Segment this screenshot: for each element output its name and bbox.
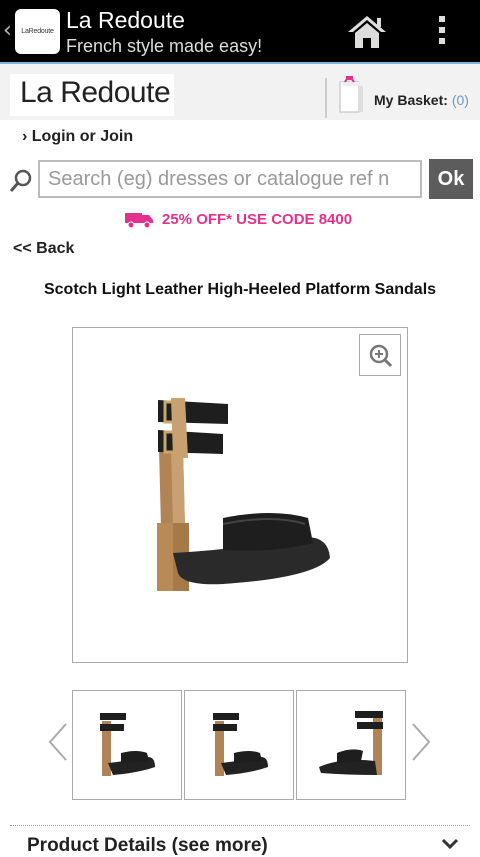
brand-text: La Redoute bbox=[20, 76, 171, 109]
product-thumbnail-2[interactable] bbox=[184, 690, 294, 800]
home-icon[interactable] bbox=[346, 14, 388, 50]
product-main-image[interactable] bbox=[72, 327, 408, 663]
site-header: La Redoute My Basket: (0) bbox=[0, 64, 480, 120]
basket-bag-icon[interactable] bbox=[337, 76, 365, 114]
search-icon bbox=[9, 169, 32, 192]
app-logo[interactable]: LaRedoute bbox=[15, 9, 60, 54]
product-title: Scotch Light Leather High-Heeled Platfor… bbox=[43, 281, 437, 298]
app-title: La Redoute bbox=[66, 7, 185, 33]
thumbnail-sandal-image-1 bbox=[100, 713, 155, 776]
overflow-menu-icon[interactable] bbox=[436, 16, 448, 48]
thumb-next-chevron-icon[interactable] bbox=[410, 722, 432, 762]
basket-count: (0) bbox=[451, 92, 469, 108]
brand-logo[interactable]: La Redoute bbox=[10, 74, 174, 116]
chevron-down-icon[interactable] bbox=[441, 838, 459, 850]
promo-text: 25% OFF* USE CODE 8400 bbox=[162, 210, 353, 228]
thumb-prev-chevron-icon[interactable] bbox=[47, 722, 69, 762]
up-chevron-icon[interactable]: ‹ bbox=[3, 18, 12, 43]
search-ok-button[interactable]: Ok bbox=[429, 159, 473, 199]
promo-banner[interactable]: 25% OFF* USE CODE 8400 bbox=[124, 208, 352, 230]
basket-label: My Basket: bbox=[374, 92, 448, 108]
sandal-image bbox=[157, 398, 330, 591]
product-thumbnail-3[interactable] bbox=[296, 690, 406, 800]
search-input[interactable] bbox=[38, 160, 422, 198]
action-bar: ‹ LaRedoute La Redoute French style made… bbox=[0, 0, 480, 64]
app-subtitle: French style made easy! bbox=[66, 36, 263, 56]
thumbnail-sandal-image-3 bbox=[319, 711, 383, 775]
product-thumbnail-1[interactable] bbox=[72, 690, 182, 800]
basket-link[interactable]: My Basket: (0) bbox=[374, 92, 469, 108]
app-logo-text: LaRedoute bbox=[21, 28, 54, 35]
thumbnail-sandal-image-2 bbox=[213, 713, 268, 776]
back-link[interactable]: << Back bbox=[13, 240, 74, 258]
section-divider bbox=[10, 825, 470, 826]
delivery-truck-icon bbox=[125, 213, 153, 229]
basket-divider bbox=[325, 78, 327, 118]
login-link[interactable]: › Login or Join bbox=[22, 128, 133, 146]
